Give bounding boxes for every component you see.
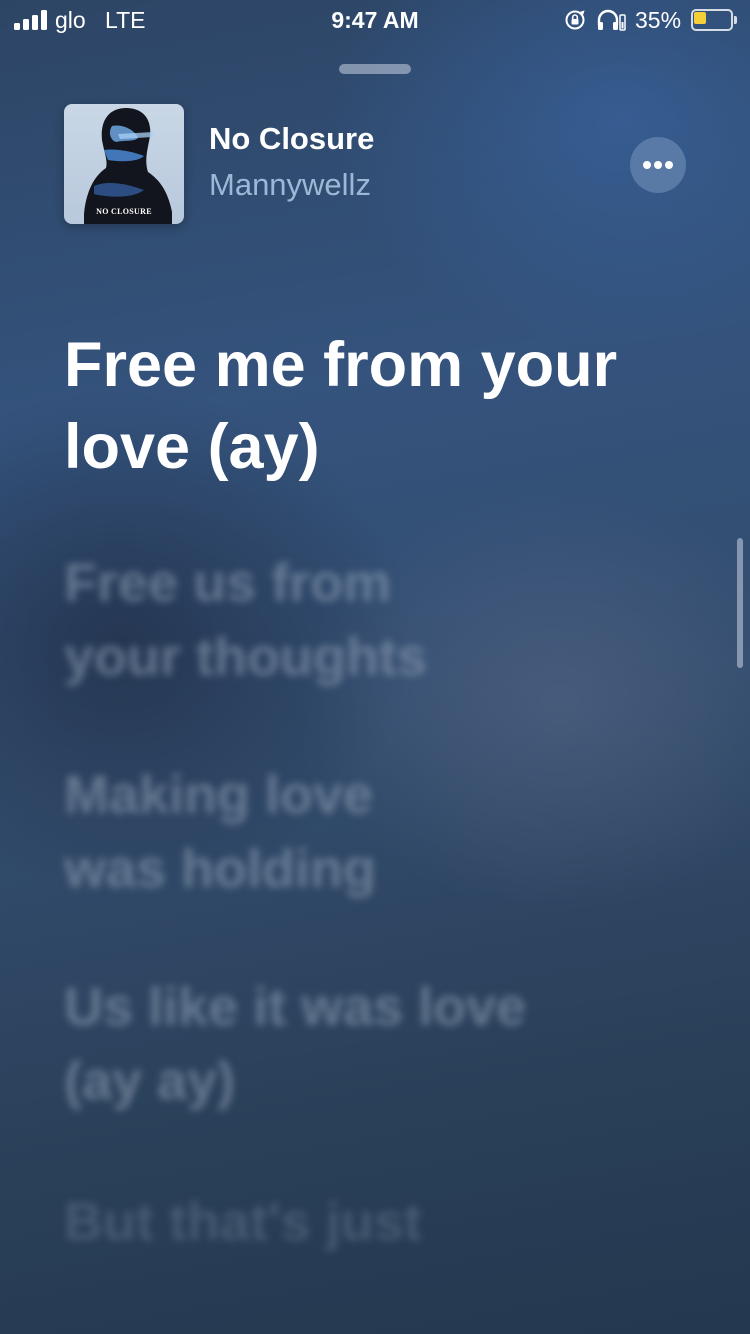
more-options-button[interactable] bbox=[630, 137, 686, 193]
upcoming-lyric[interactable]: Us like it was love (ay ay) bbox=[64, 970, 684, 1118]
lyric-line: But that's just bbox=[64, 1192, 422, 1252]
battery-icon bbox=[691, 9, 737, 31]
album-art-caption: NO CLOSURE bbox=[96, 207, 152, 216]
lyric-line: was holding bbox=[64, 839, 377, 899]
lyric-line: (ay ay) bbox=[64, 1051, 236, 1111]
ellipsis-icon bbox=[643, 161, 673, 169]
upcoming-lyric[interactable]: Free us from your thoughts bbox=[64, 546, 684, 694]
album-art[interactable]: NO CLOSURE bbox=[64, 104, 184, 224]
status-bar: glo LTE 9:47 AM 35% bbox=[0, 0, 750, 40]
lyric-line: Us like it was love bbox=[64, 977, 527, 1037]
orientation-lock-icon bbox=[565, 10, 585, 30]
scroll-indicator[interactable] bbox=[737, 538, 743, 668]
upcoming-lyric[interactable]: Making love was holding bbox=[64, 758, 684, 906]
lyric-line: love (ay) bbox=[64, 412, 320, 482]
battery-fill bbox=[694, 12, 706, 24]
track-artist[interactable]: Mannywellz bbox=[209, 167, 371, 203]
sheet-grabber[interactable] bbox=[339, 64, 411, 74]
album-portrait-image bbox=[84, 108, 172, 224]
track-title: No Closure bbox=[209, 121, 375, 156]
lyric-line: Free us from bbox=[64, 553, 392, 613]
lyric-line: Making love bbox=[64, 765, 374, 825]
lyric-line: your thoughts bbox=[64, 627, 427, 687]
lyric-line: Free me from your bbox=[64, 330, 618, 400]
upcoming-lyric[interactable]: But that's just bbox=[64, 1185, 684, 1259]
headphones-icon bbox=[597, 9, 626, 31]
battery-percent: 35% bbox=[635, 7, 682, 33]
current-lyric[interactable]: Free me from your love (ay) bbox=[64, 324, 684, 488]
